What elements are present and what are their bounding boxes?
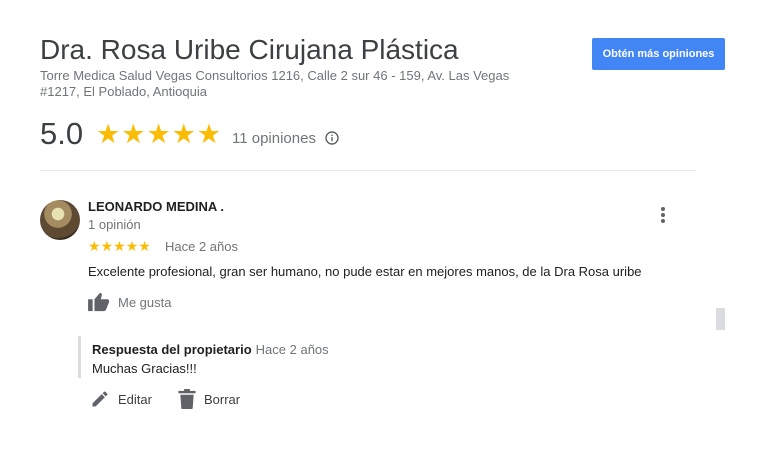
- get-more-reviews-button[interactable]: Obtén más opiniones: [592, 38, 725, 70]
- star-icon: ★: [171, 119, 196, 149]
- reviewer-review-count: 1 opinión: [88, 217, 141, 232]
- business-address: Torre Medica Salud Vegas Consultorios 12…: [40, 68, 510, 99]
- review-time: Hace 2 años: [165, 239, 238, 254]
- edit-label: Editar: [118, 391, 152, 407]
- owner-reply-title: Respuesta del propietario: [92, 342, 252, 357]
- review-count: 11 opiniones: [232, 130, 316, 147]
- scrollbar-thumb[interactable]: [716, 308, 725, 330]
- average-rating-stars: ★ ★ ★ ★ ★: [96, 119, 221, 149]
- star-icon: ★: [146, 119, 171, 149]
- owner-reply-header: Respuesta del propietario Hace 2 años: [92, 342, 329, 357]
- edit-icon: [92, 391, 108, 407]
- star-icon: ★: [96, 119, 121, 149]
- average-rating: 5.0: [40, 116, 84, 151]
- reviewer-avatar[interactable]: [40, 200, 80, 240]
- delete-label: Borrar: [204, 391, 241, 407]
- reviewer-name[interactable]: LEONARDO MEDINA .: [88, 199, 224, 214]
- star-icon: ★: [138, 238, 151, 254]
- delete-icon: [178, 389, 196, 409]
- star-icon: ★: [88, 238, 101, 254]
- business-title: Dra. Rosa Uribe Cirujana Plástica: [40, 34, 459, 65]
- star-icon: ★: [113, 238, 126, 254]
- like-label: Me gusta: [118, 294, 172, 310]
- star-icon: ★: [196, 119, 222, 149]
- more-vert-icon[interactable]: [654, 204, 672, 226]
- delete-reply-button[interactable]: Borrar: [178, 389, 240, 409]
- like-button[interactable]: Me gusta: [88, 292, 171, 312]
- thumb-up-icon: [88, 292, 110, 312]
- info-icon[interactable]: [325, 131, 339, 145]
- review-stars: ★ ★ ★ ★ ★: [88, 238, 151, 254]
- star-icon: ★: [125, 238, 139, 254]
- star-icon: ★: [121, 119, 146, 149]
- star-icon: ★: [100, 238, 114, 254]
- section-divider: [40, 170, 696, 171]
- owner-reply-text: Muchas Gracias!!!: [92, 361, 197, 376]
- edit-reply-button[interactable]: Editar: [90, 389, 152, 409]
- owner-reply-time: Hace 2 años: [255, 342, 329, 357]
- review-text: Excelente profesional, gran ser humano, …: [88, 264, 642, 279]
